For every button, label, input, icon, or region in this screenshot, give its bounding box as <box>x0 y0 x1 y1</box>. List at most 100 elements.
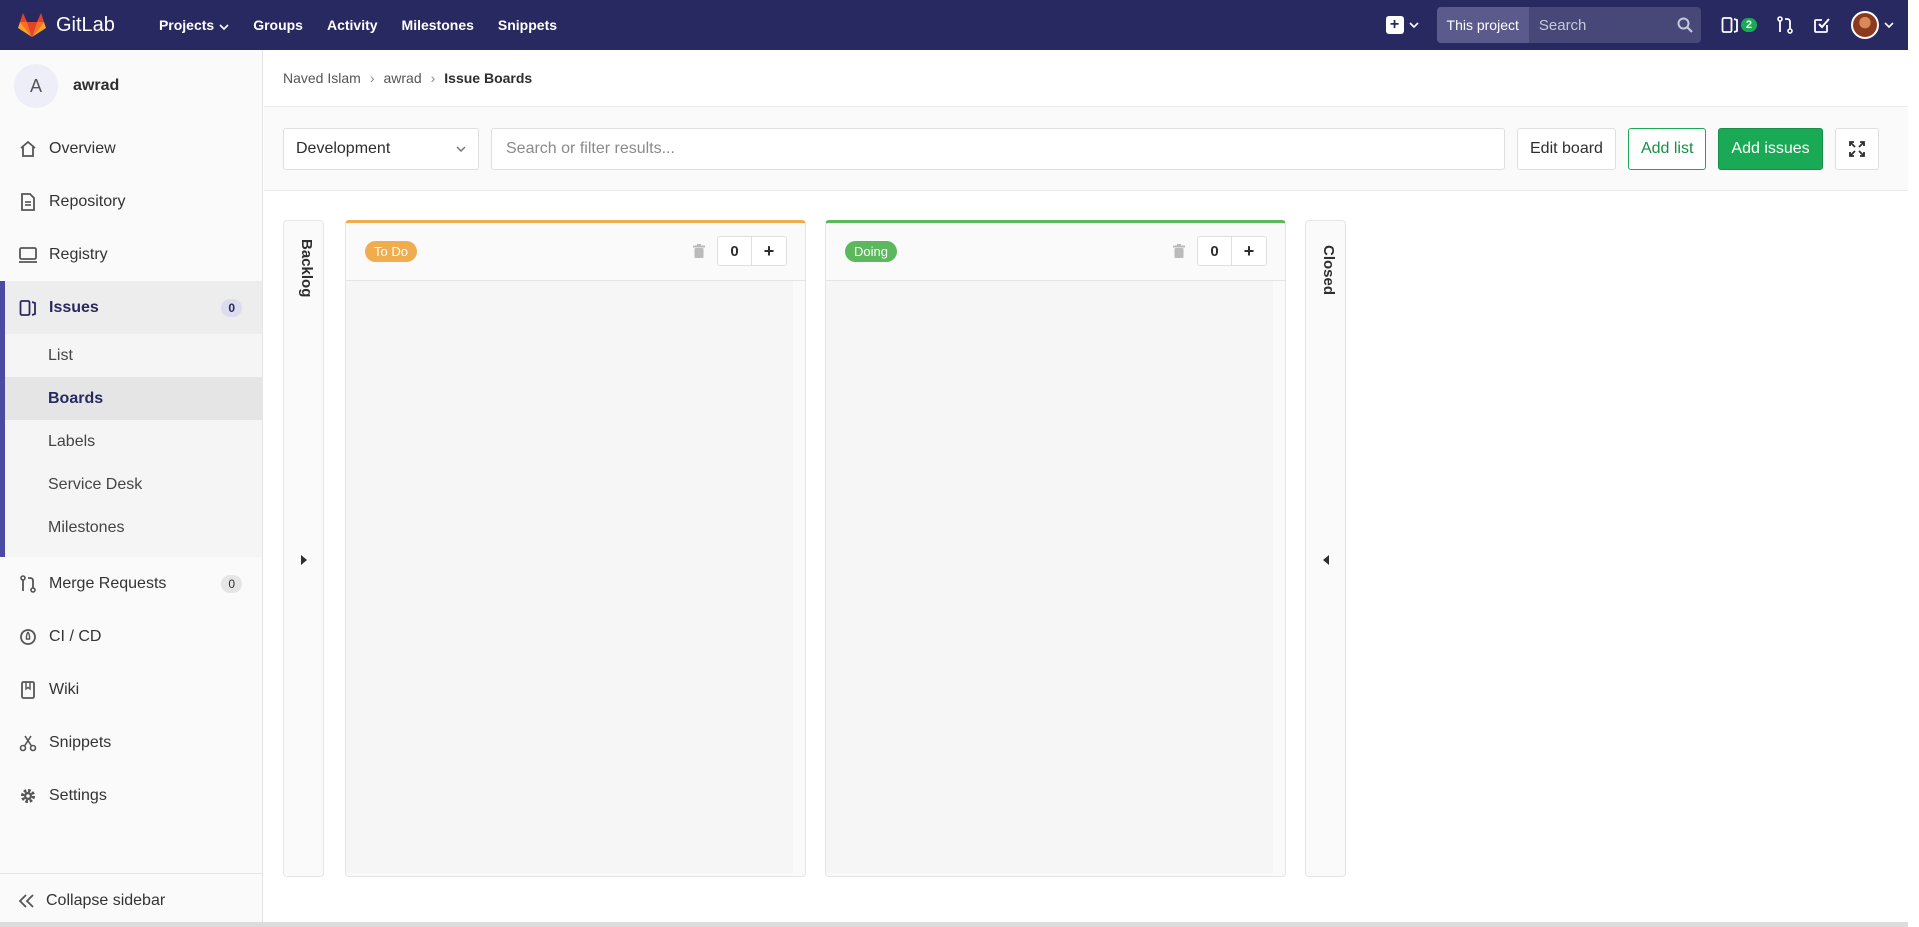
sidebar-item-repository[interactable]: Repository <box>0 175 262 228</box>
nav-activity[interactable]: Activity <box>315 0 390 50</box>
user-avatar <box>1851 11 1879 39</box>
issues-count-badge: 2 <box>1740 18 1757 32</box>
trash-icon[interactable] <box>693 244 705 258</box>
chevron-down-icon <box>1884 22 1894 28</box>
todo-check-icon <box>1813 16 1831 34</box>
list-body[interactable] <box>346 281 793 873</box>
search-scope[interactable]: This project <box>1436 7 1529 43</box>
gitlab-logo-icon <box>18 12 46 38</box>
sidebar-item-cicd[interactable]: CI / CD <box>0 610 262 663</box>
board-filters: Development Edit board Add list Add issu… <box>264 107 1908 191</box>
list-tools: 0 + <box>693 236 787 266</box>
project-name: awrad <box>73 77 120 94</box>
merge-request-icon <box>1777 16 1793 34</box>
sidebar-item-issues[interactable]: Issues 0 <box>5 281 262 334</box>
search-input[interactable] <box>1528 7 1669 43</box>
list-label[interactable]: To Do <box>365 241 417 262</box>
caret-right-icon[interactable] <box>284 555 323 565</box>
sidebar-project[interactable]: A awrad <box>0 50 262 122</box>
list-body[interactable] <box>826 281 1273 873</box>
new-dropdown-button[interactable]: + <box>1385 16 1419 34</box>
nav-projects-label: Projects <box>158 17 215 33</box>
issue-count: 0 <box>718 237 752 265</box>
sidebar-subitem-boards[interactable]: Boards <box>5 377 262 420</box>
nav-milestones[interactable]: Milestones <box>390 0 486 50</box>
plus-icon: + <box>1385 16 1404 34</box>
closed-list[interactable]: Closed <box>1305 220 1346 877</box>
sidebar-item-label: Snippets <box>49 733 112 751</box>
sidebar-item-label: Settings <box>49 786 107 804</box>
chevron-down-icon <box>219 17 229 33</box>
sidebar-subitem-labels[interactable]: Labels <box>5 420 262 463</box>
merge-requests-nav-button[interactable] <box>1777 16 1793 34</box>
caret-left-icon[interactable] <box>1306 555 1345 565</box>
sidebar-item-registry[interactable]: Registry <box>0 228 262 281</box>
expand-icon <box>1848 140 1865 157</box>
sidebar: A awrad Overview Repository Registry Iss… <box>0 50 263 927</box>
home-icon <box>18 140 38 158</box>
list-label[interactable]: Doing <box>845 241 897 262</box>
board-list-doing: Doing 0 + <box>825 220 1286 877</box>
book-icon <box>18 680 38 699</box>
board-selector[interactable]: Development <box>283 127 479 170</box>
sidebar-item-merge-requests[interactable]: Merge Requests 0 <box>0 557 262 610</box>
sidebar-item-overview[interactable]: Overview <box>0 122 262 175</box>
chevron-right-icon: › <box>430 70 436 86</box>
breadcrumb-current[interactable]: Issue Boards <box>444 70 532 86</box>
main-content: Naved Islam › awrad › Issue Boards Devel… <box>264 50 1908 927</box>
sidebar-issues-group: Issues 0 List Boards Labels Service Desk… <box>0 281 262 557</box>
sidebar-item-wiki[interactable]: Wiki <box>0 663 262 716</box>
sidebar-subitem-milestones[interactable]: Milestones <box>5 506 262 549</box>
merge-request-icon <box>18 574 38 593</box>
double-chevron-left-icon <box>18 893 36 908</box>
issues-submenu: List Boards Labels Service Desk Mileston… <box>5 334 262 557</box>
sidebar-item-label: Registry <box>49 245 108 263</box>
add-issues-button[interactable]: Add issues <box>1718 127 1823 170</box>
app-window: GitLab Projects Groups Activity Mileston… <box>0 0 1919 927</box>
chevron-down-icon <box>1408 22 1419 28</box>
document-icon <box>18 192 38 211</box>
rocket-icon <box>18 628 38 646</box>
edit-board-button[interactable]: Edit board <box>1517 127 1616 170</box>
sidebar-item-label: Wiki <box>49 680 80 698</box>
vertical-scrollbar[interactable] <box>1908 0 1919 927</box>
nav-projects[interactable]: Projects <box>147 0 241 50</box>
sidebar-subitem-list[interactable]: List <box>5 334 262 377</box>
plus-icon[interactable]: + <box>752 237 786 265</box>
issues-icon <box>1721 16 1739 34</box>
nav-snippets[interactable]: Snippets <box>486 0 569 50</box>
plus-icon[interactable]: + <box>1232 237 1266 265</box>
sidebar-item-label: CI / CD <box>49 627 102 645</box>
list-header: Doing 0 + <box>826 223 1285 281</box>
brand[interactable]: GitLab <box>18 0 115 50</box>
breadcrumb-owner[interactable]: Naved Islam <box>283 70 361 86</box>
collapse-sidebar-button[interactable]: Collapse sidebar <box>0 873 262 927</box>
chevron-down-icon <box>456 145 466 152</box>
user-menu[interactable] <box>1851 11 1894 39</box>
search-icon[interactable] <box>1669 7 1701 43</box>
backlog-list[interactable]: Backlog <box>283 220 324 877</box>
add-list-button[interactable]: Add list <box>1627 127 1707 170</box>
list-tools: 0 + <box>1173 236 1267 266</box>
filter-search-input[interactable] <box>491 127 1505 170</box>
issues-count-badge: 0 <box>221 298 242 317</box>
chevron-right-icon: › <box>369 70 375 86</box>
issues-nav-button[interactable]: 2 <box>1721 16 1757 34</box>
horizontal-scrollbar[interactable] <box>0 922 1908 927</box>
board-selector-value: Development <box>296 139 391 157</box>
sidebar-item-settings[interactable]: Settings <box>0 769 262 822</box>
issue-count-box: 0 + <box>1197 236 1267 266</box>
closed-title: Closed <box>1320 245 1337 296</box>
sidebar-item-label: Issues <box>49 298 99 316</box>
todos-nav-button[interactable] <box>1813 16 1831 34</box>
issue-count: 0 <box>1198 237 1232 265</box>
fullscreen-button[interactable] <box>1834 127 1879 170</box>
sidebar-item-snippets[interactable]: Snippets <box>0 716 262 769</box>
trash-icon[interactable] <box>1173 244 1185 258</box>
breadcrumb-project[interactable]: awrad <box>383 70 421 86</box>
nav-groups[interactable]: Groups <box>241 0 315 50</box>
sidebar-subitem-service-desk[interactable]: Service Desk <box>5 463 262 506</box>
project-avatar: A <box>14 64 58 108</box>
scissors-icon <box>18 734 38 752</box>
brand-name: GitLab <box>56 13 115 36</box>
